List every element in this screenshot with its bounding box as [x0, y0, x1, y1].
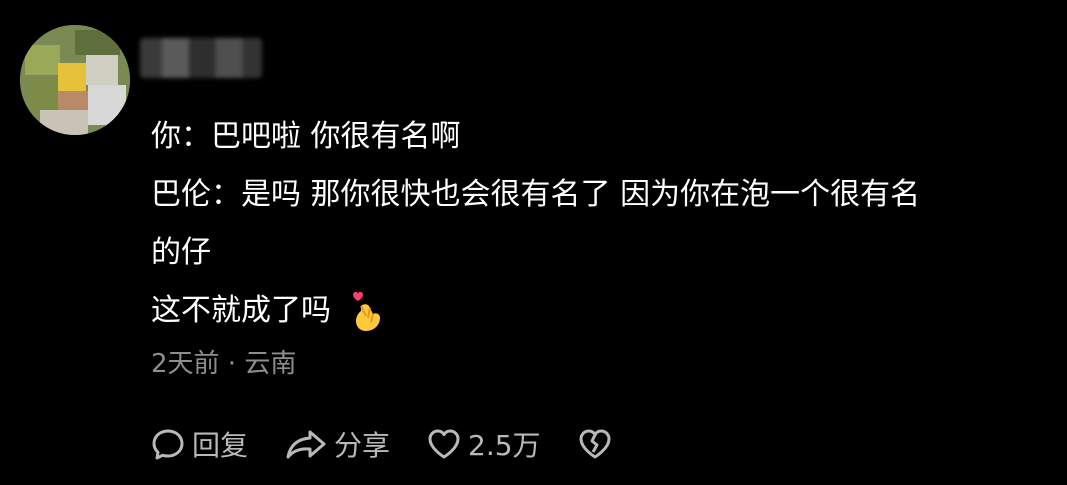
share-button[interactable]: 分享 [284, 424, 390, 464]
avatar-pixel [40, 110, 88, 135]
avatar-pixel [58, 63, 86, 91]
reply-button[interactable]: 回复 [150, 424, 248, 464]
share-arrow-icon [286, 430, 326, 459]
username-redacted[interactable] [140, 38, 262, 78]
comment-body: 你：巴吧啦 你很有名啊 巴伦：是吗 那你很快也会很有名了 因为你在泡一个很有名 … [151, 108, 1041, 340]
avatar-pixel [88, 85, 126, 125]
reply-label: 回复 [192, 429, 249, 462]
comment-meta: 2天前 · 云南 [151, 349, 297, 379]
like-count: 2.5万 [468, 429, 541, 462]
avatar-pixel [75, 30, 120, 55]
comment-line-with-emoji: 这不就成了吗 [151, 282, 1041, 340]
avatar[interactable] [20, 25, 130, 135]
avatar-pixel [86, 55, 118, 85]
comment-line: 的仔 [151, 235, 211, 270]
share-label: 分享 [334, 429, 391, 462]
comment-line: 你：巴吧啦 你很有名啊 [151, 119, 461, 154]
avatar-pixel [30, 80, 58, 110]
comment-line: 这不就成了吗 [151, 293, 331, 328]
comment-line: 巴伦：是吗 那你很快也会很有名了 因为你在泡一个很有名 [151, 177, 921, 212]
heart-icon [428, 429, 460, 459]
like-button[interactable]: 2.5万 [426, 424, 541, 464]
comment-bubble-icon [152, 429, 184, 460]
finger-heart-emoji-icon [352, 291, 380, 331]
avatar-pixel [25, 45, 60, 75]
dislike-button[interactable] [577, 426, 613, 462]
comment-actions: 回复 分享 2.5万 [150, 420, 649, 468]
broken-heart-icon [579, 429, 611, 459]
